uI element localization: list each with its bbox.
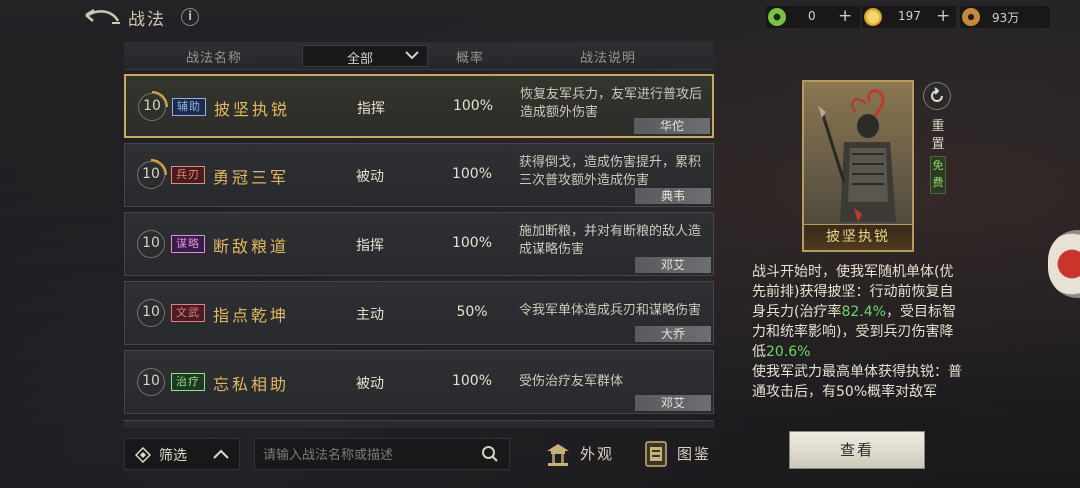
tactic-row[interactable]: 10 文武 指点乾坤 主动 50% 令我军单体造成兵刃和谋略伤害 大乔 — [124, 281, 714, 345]
pavilion-icon — [547, 444, 569, 466]
tactic-type-tag: 谋略 — [171, 235, 205, 253]
reset-label: 重置 — [931, 119, 945, 152]
jade-value: 0 — [808, 9, 816, 23]
warrior-portrait — [804, 82, 912, 228]
view-button[interactable]: 查看 — [789, 431, 925, 469]
reset-button[interactable] — [923, 82, 951, 110]
detail-text-part: 使我军武力最高单体获得执锐：普通攻击后，有50%概率对敌军 — [752, 364, 962, 400]
header-rate: 概率 — [456, 51, 485, 66]
tactic-kind: 主动 — [356, 307, 384, 323]
tactic-type-tag: 治疗 — [171, 373, 205, 391]
header-name: 战法名称 — [186, 51, 243, 66]
tactic-general: 华佗 — [634, 118, 710, 134]
jade-currency: 0 + — [766, 6, 860, 28]
tactic-desc: 令我军单体造成兵刃和谋略伤害 — [519, 303, 702, 318]
gold-currency: 197 + — [862, 6, 956, 28]
catalog-book-icon — [645, 441, 667, 467]
tactic-row[interactable]: 10 治疗 忘私相助 被动 100% 受伤治疗友军群体 邓艾 — [124, 350, 714, 414]
filter-value: 全部 — [347, 52, 374, 67]
refresh-icon — [931, 87, 943, 102]
tactic-row[interactable]: 10 兵刃 勇冠三军 被动 100% 获得倒戈，造成伤害提升，累积三次普攻额外造… — [124, 143, 714, 207]
tactic-level: 10 — [138, 93, 166, 121]
copper-currency: 93万 — [960, 6, 1050, 28]
appearance-label: 外观 — [580, 445, 615, 463]
top-bar: 战法 i 0 + 197 + 93万 — [0, 0, 1080, 34]
tactic-general: 大乔 — [635, 326, 711, 342]
header-desc: 战法说明 — [580, 51, 637, 66]
catalog-label: 图鉴 — [677, 445, 712, 463]
tactic-name: 勇冠三军 — [213, 168, 290, 187]
list-header: 战法名称 全部 概率 战法说明 — [124, 42, 714, 70]
tactic-type-tag: 兵刃 — [171, 166, 205, 184]
tactic-card-name: 披坚执锐 — [804, 224, 912, 250]
filter-label: 筛选 — [159, 448, 187, 464]
search-input[interactable] — [263, 444, 473, 466]
filter-button[interactable]: 筛选 — [124, 438, 240, 470]
add-gold-button[interactable]: + — [936, 6, 950, 26]
search-box — [254, 438, 510, 470]
damage-reduction-value: 20.6% — [766, 344, 811, 360]
back-button[interactable] — [82, 6, 122, 28]
tactic-name: 指点乾坤 — [213, 306, 290, 325]
tactic-desc: 获得倒戈，造成伤害提升，累积三次普攻额外造成伤害 — [519, 155, 702, 188]
tactic-kind: 指挥 — [356, 238, 384, 254]
page-title: 战法 — [128, 10, 166, 30]
tactic-level: 10 — [137, 230, 165, 258]
copper-value: 93万 — [992, 11, 1020, 25]
search-icon[interactable] — [481, 445, 499, 463]
tactics-list-panel: 战法名称 全部 概率 战法说明 10 辅助 披坚执锐 指挥 100% 恢复友军兵… — [122, 40, 716, 428]
tactic-name: 披坚执锐 — [214, 100, 291, 119]
jade-coin-icon — [768, 8, 786, 26]
tactic-desc: 受伤治疗友军群体 — [519, 374, 624, 389]
tactic-general: 邓艾 — [635, 395, 711, 411]
chevron-up-icon — [213, 449, 229, 459]
tactic-desc: 恢复友军兵力，友军进行普攻后造成额外伤害 — [520, 87, 703, 120]
tactic-type-tag: 辅助 — [172, 98, 206, 116]
copper-coin-icon — [962, 8, 980, 26]
catalog-button[interactable]: 图鉴 — [641, 438, 713, 470]
reset-control: 重置 免费 — [923, 82, 953, 194]
tactic-name: 断敌粮道 — [213, 237, 290, 256]
tactic-detail-text: 战斗开始时，使我军随机单体(优先前排)获得披坚：行动前恢复自身兵力(治疗率82.… — [752, 262, 964, 402]
info-icon[interactable]: i — [181, 8, 199, 26]
gold-coin-icon — [864, 8, 882, 26]
tactic-row[interactable]: 10 辅助 披坚执锐 指挥 100% 恢复友军兵力，友军进行普攻后造成额外伤害 … — [124, 74, 714, 138]
tactic-rate: 100% — [452, 98, 494, 114]
tactic-level: 10 — [137, 161, 165, 189]
tactic-kind: 被动 — [356, 169, 384, 185]
tactic-desc: 施加断粮，并对有断粮的敌人造成谋略伤害 — [519, 224, 702, 257]
back-arrow-icon — [85, 8, 120, 24]
tactic-rate: 50% — [456, 304, 488, 320]
heal-rate-value: 82.4% — [841, 304, 886, 320]
gold-value: 197 — [898, 9, 921, 23]
tactic-rate: 100% — [451, 235, 493, 251]
tactic-general: 邓艾 — [635, 257, 711, 273]
appearance-button[interactable]: 外观 — [544, 438, 616, 470]
tactic-row-partial[interactable] — [124, 420, 714, 428]
type-filter-dropdown[interactable]: 全部 — [302, 45, 428, 67]
tactic-row[interactable]: 10 谋略 断敌粮道 指挥 100% 施加断粮，并对有断粮的敌人造成谋略伤害 邓… — [124, 212, 714, 276]
chevron-down-icon — [405, 51, 419, 60]
tactic-name: 忘私相助 — [213, 375, 290, 394]
free-badge: 免费 — [930, 156, 946, 194]
tactic-rate: 100% — [451, 166, 493, 182]
tactic-kind: 被动 — [356, 376, 384, 392]
add-jade-button[interactable]: + — [838, 6, 852, 26]
filter-diamond-icon — [135, 447, 151, 463]
tactic-general: 典韦 — [635, 188, 711, 204]
tactic-level: 10 — [137, 299, 165, 327]
tactic-type-tag: 文武 — [171, 304, 205, 322]
tactic-card: 披坚执锐 — [802, 80, 914, 252]
tactic-kind: 指挥 — [357, 101, 385, 117]
tactic-rate: 100% — [451, 373, 493, 389]
tactic-level: 10 — [137, 368, 165, 396]
